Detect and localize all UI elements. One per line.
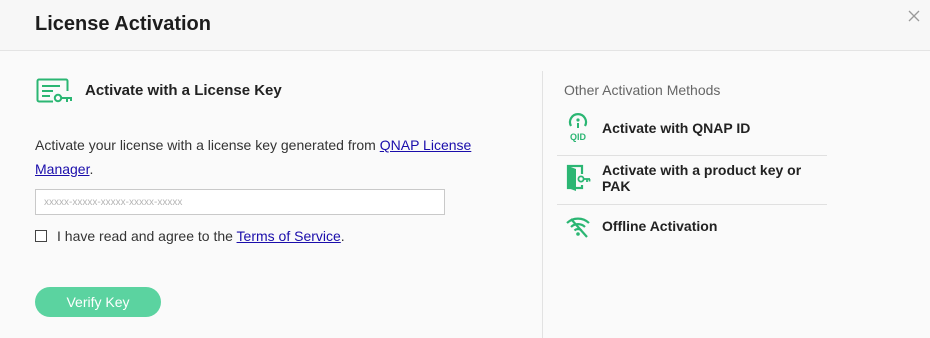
description-text: Activate your license with a license key… xyxy=(35,137,380,153)
terms-checkbox[interactable] xyxy=(35,230,47,242)
dialog-body: Activate with a License Key Activate you… xyxy=(0,51,930,338)
terms-agreement-text: I have read and agree to the Terms of Se… xyxy=(57,228,345,244)
license-certificate-icon xyxy=(36,78,74,106)
qnap-id-option-label: Activate with QNAP ID xyxy=(602,119,751,136)
offline-activation-option[interactable]: Offline Activation xyxy=(557,201,827,250)
license-key-input[interactable] xyxy=(35,189,445,215)
close-button[interactable] xyxy=(906,8,922,24)
verify-key-button[interactable]: Verify Key xyxy=(35,287,161,317)
product-key-option-label: Activate with a product key or PAK xyxy=(602,161,802,194)
qnap-id-icon: QID xyxy=(565,112,591,143)
license-key-heading: Activate with a License Key xyxy=(85,82,282,99)
close-icon xyxy=(908,10,920,22)
activate-with-product-key-option[interactable]: Activate with a product key or PAK xyxy=(557,153,827,202)
panel-divider xyxy=(542,71,543,338)
license-key-description: Activate your license with a license key… xyxy=(35,133,485,181)
door-key-icon xyxy=(565,163,591,193)
license-activation-dialog: License Activation Activate with a Licen… xyxy=(0,0,930,338)
agree-label-end: . xyxy=(340,228,345,244)
dialog-title: License Activation xyxy=(35,13,211,35)
agree-label: I have read and agree to the xyxy=(57,228,237,244)
wifi-off-icon xyxy=(565,211,591,241)
offline-activation-label: Offline Activation xyxy=(602,217,718,234)
description-end: . xyxy=(89,161,94,177)
other-methods-title: Other Activation Methods xyxy=(564,82,721,98)
dialog-header: License Activation xyxy=(0,0,930,51)
activate-with-qnap-id-option[interactable]: QID Activate with QNAP ID xyxy=(557,103,827,152)
terms-agreement-row: I have read and agree to the Terms of Se… xyxy=(35,227,345,245)
terms-of-service-link[interactable]: Terms of Service xyxy=(237,228,341,244)
svg-text:QID: QID xyxy=(570,132,587,142)
